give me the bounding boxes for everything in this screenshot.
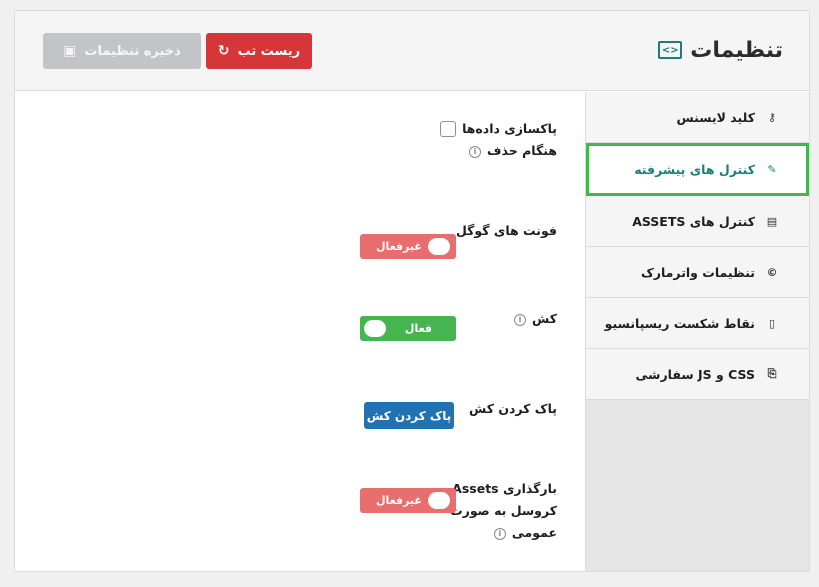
- settings-content: پاکسازی داده‌ها هنگام حذف i فونت های گوگل…: [15, 92, 585, 571]
- code-brackets-icon: <>: [658, 41, 683, 59]
- info-icon[interactable]: i: [493, 527, 506, 540]
- key-icon: ⚷: [767, 110, 777, 124]
- reset-tab-label: ریست تب: [237, 43, 301, 59]
- reset-tab-button[interactable]: ریست تب ↻: [206, 33, 312, 69]
- sidebar-item-label: نقاط شکست ریسپانسیو: [604, 315, 755, 331]
- toggle-state-label: غیرفعال: [376, 494, 422, 507]
- clear-cache-label-text: پاک کردن کش: [469, 401, 557, 416]
- carousel-assets-label-line1: بارگذاری Assets: [452, 481, 557, 496]
- toggle-state-label: فعال: [404, 322, 432, 335]
- sidebar-item-label: کنترل های ASSETS: [632, 213, 755, 229]
- data-cleanup-label: پاکسازی داده‌ها هنگام حذف i: [462, 118, 557, 162]
- carousel-assets-toggle[interactable]: غیرفعال: [360, 488, 456, 513]
- toggle-state-label: غیرفعال: [376, 240, 422, 253]
- copyright-icon: ©: [766, 265, 778, 279]
- google-fonts-label-text: فونت های گوگل: [455, 223, 557, 238]
- clear-cache-label: پاک کردن کش: [469, 398, 557, 420]
- header: تنظیمات <> ریست تب ↻ ذخیره تنظیمات ▣: [15, 11, 809, 91]
- carousel-assets-label-line3: عمومی: [511, 525, 557, 540]
- info-icon[interactable]: i: [514, 313, 527, 326]
- clear-cache-button[interactable]: پاک کردن کش: [364, 402, 454, 429]
- cache-toggle[interactable]: فعال: [360, 316, 456, 341]
- data-cleanup-label-line2: هنگام حذف: [487, 143, 557, 158]
- info-icon[interactable]: i: [469, 145, 481, 158]
- save-settings-button[interactable]: ذخیره تنظیمات ▣: [43, 33, 201, 69]
- code-file-icon: ⎘: [767, 367, 777, 380]
- save-settings-label: ذخیره تنظیمات: [84, 43, 181, 59]
- assets-icon: ▤: [766, 214, 778, 228]
- data-cleanup-checkbox[interactable]: [440, 121, 456, 137]
- sidebar-item-license[interactable]: ⚷ کلید لایسنس: [586, 92, 809, 143]
- sidebar-item-label: CSS و JS سفارشی: [635, 366, 755, 382]
- cache-label-text: کش: [532, 311, 557, 326]
- refresh-icon: ↻: [217, 43, 230, 59]
- brand: تنظیمات <>: [658, 35, 783, 65]
- page-title: تنظیمات: [690, 37, 783, 63]
- carousel-assets-label-line2: کروسل به صورت: [450, 503, 557, 518]
- settings-panel: تنظیمات <> ریست تب ↻ ذخیره تنظیمات ▣ ⚷ ک…: [14, 10, 810, 572]
- carousel-assets-label: بارگذاری Assets کروسل به صورت عمومی i: [450, 478, 557, 544]
- sidebar-item-assets-controls[interactable]: ▤ کنترل های ASSETS: [586, 196, 809, 247]
- toggle-knob: [428, 492, 450, 509]
- toggle-knob: [364, 320, 386, 337]
- tools-icon: ✎: [767, 163, 777, 176]
- sidebar-item-advanced-controls[interactable]: ✎ کنترل های پیشرفته: [586, 143, 809, 196]
- sidebar-item-custom-css-js[interactable]: ⎘ CSS و JS سفارشی: [586, 349, 809, 400]
- data-cleanup-label-line1: پاکسازی داده‌ها: [462, 121, 557, 136]
- sidebar-item-label: تنظیمات واترمارک: [640, 264, 755, 280]
- toggle-knob: [428, 238, 450, 255]
- sidebar-item-breakpoints[interactable]: ▯ نقاط شکست ریسپانسیو: [586, 298, 809, 349]
- google-fonts-toggle[interactable]: غیرفعال: [360, 234, 456, 259]
- sidebar-item-watermark[interactable]: © تنظیمات واترمارک: [586, 247, 809, 298]
- mobile-icon: ▯: [768, 316, 776, 330]
- sidebar: ⚷ کلید لایسنس ✎ کنترل های پیشرفته ▤ کنتر…: [585, 92, 809, 571]
- sidebar-item-label: کنترل های پیشرفته: [634, 162, 755, 177]
- floppy-disk-icon: ▣: [63, 43, 77, 59]
- cache-label: کش i: [514, 308, 557, 330]
- google-fonts-label: فونت های گوگل: [456, 220, 557, 242]
- sidebar-item-label: کلید لایسنس: [676, 109, 755, 125]
